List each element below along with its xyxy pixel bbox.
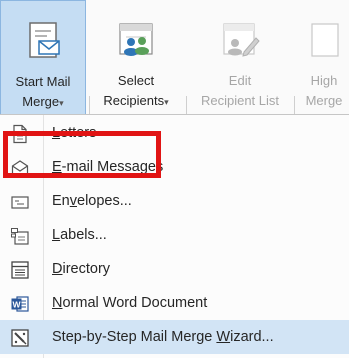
start-mail-merge-label-line2: Merge▾ — [22, 94, 64, 109]
word-icon: W — [11, 296, 29, 312]
menu-item-labels[interactable]: Labels... — [0, 218, 349, 252]
mailings-ribbon: Start Mail Merge▾ Select Recipients▾ Edi… — [0, 0, 349, 114]
menu-item-label: Step-by-Step Mail Merge Wizard... — [52, 329, 274, 345]
menu-item-letters[interactable]: Letters — [0, 116, 349, 150]
envelope-icon — [11, 196, 29, 209]
menu-item-label: Normal Word Document — [52, 295, 208, 311]
menu-item-label: E-mail Messages — [52, 159, 164, 175]
menu-item-normal-word-document[interactable]: W Normal Word Document — [0, 286, 349, 320]
edit-recipient-list-label-line2: Recipient List — [200, 93, 280, 108]
edit-recipient-list-icon — [223, 23, 260, 57]
letter-icon — [13, 124, 27, 144]
select-recipients-label-line1: Select — [117, 73, 155, 88]
highlight-merge-fields-label-line1: High — [310, 73, 338, 88]
directory-icon — [11, 261, 29, 279]
start-mail-merge-menu: Letters E-mail Messages Envelopes... Lab… — [0, 114, 349, 358]
menu-item-email-messages[interactable]: E-mail Messages — [0, 150, 349, 184]
select-recipients-label-line2: Recipients▾ — [103, 93, 169, 108]
select-recipients-button[interactable]: Select Recipients▾ — [86, 0, 186, 114]
menu-item-label: Envelopes... — [52, 193, 132, 209]
menu-item-directory[interactable]: Directory — [0, 252, 349, 286]
chevron-down-icon: ▾ — [59, 98, 64, 108]
menu-item-label: Letters — [52, 125, 97, 141]
envelope-open-icon — [11, 160, 29, 176]
menu-item-mail-merge-wizard[interactable]: Step-by-Step Mail Merge Wizard... — [0, 320, 349, 354]
edit-recipient-list-button[interactable]: Edit Recipient List — [186, 0, 294, 114]
labels-icon — [11, 228, 29, 245]
highlight-merge-fields-icon — [311, 23, 339, 57]
highlight-merge-fields-label-line2: Merge — [305, 93, 343, 108]
svg-text:W: W — [12, 300, 21, 310]
wizard-icon — [11, 329, 29, 347]
menu-item-label: Labels... — [52, 227, 107, 243]
start-mail-merge-label-line1: Start Mail — [15, 74, 71, 89]
chevron-down-icon: ▾ — [164, 97, 169, 107]
start-mail-merge-button[interactable]: Start Mail Merge▾ — [0, 0, 86, 114]
menu-item-label: Directory — [52, 261, 111, 277]
highlight-merge-fields-button[interactable]: High Merge — [294, 0, 349, 114]
start-mail-merge-icon — [29, 22, 60, 58]
select-recipients-icon — [119, 23, 153, 56]
edit-recipient-list-label-line1: Edit — [228, 73, 252, 88]
menu-item-envelopes[interactable]: Envelopes... — [0, 184, 349, 218]
